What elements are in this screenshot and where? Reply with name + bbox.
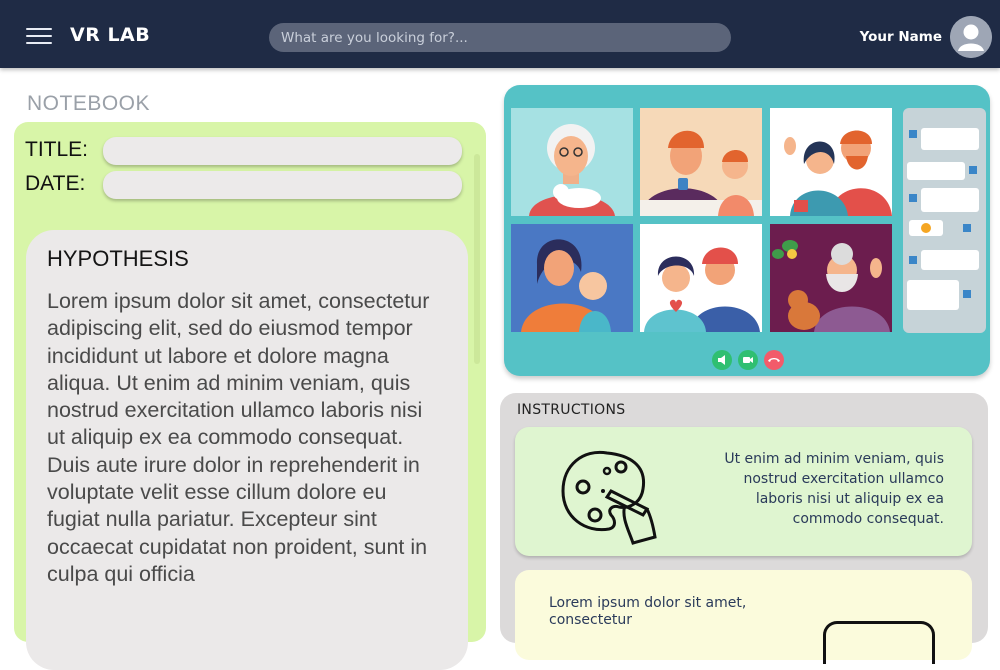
- video-call-panel: [504, 85, 990, 376]
- title-label: TITLE:: [25, 138, 89, 161]
- instructions-panel: INSTRUCTIONS Ut enim ad minim veniam, qu…: [500, 393, 988, 664]
- search-input[interactable]: [269, 23, 731, 52]
- instruction-card-1[interactable]: Ut enim ad minim veniam, quis nostrud ex…: [515, 427, 972, 556]
- instructions-heading: INSTRUCTIONS: [517, 402, 626, 418]
- father-daughter-illustration: [640, 130, 762, 216]
- palette-icon: [561, 450, 657, 545]
- hypothesis-text[interactable]: Lorem ipsum dolor sit amet, consectetur …: [47, 288, 437, 588]
- video-tile-mother-baby[interactable]: [511, 224, 633, 332]
- camera-button[interactable]: [738, 350, 758, 370]
- couple-illustration: [784, 130, 892, 216]
- instruction-text-2: Lorem ipsum dolor sit amet, consectetur: [549, 595, 747, 628]
- hypothesis-heading: HYPOTHESIS: [47, 246, 189, 271]
- camera-icon: [743, 357, 753, 363]
- notebook-panel: TITLE: DATE: HYPOTHESIS Lorem ipsum dolo…: [14, 122, 486, 670]
- notebook-scrollbar[interactable]: [474, 154, 480, 364]
- notebook-label: NOTEBOOK: [27, 92, 151, 115]
- mic-button[interactable]: [712, 350, 732, 370]
- date-label: DATE:: [25, 172, 86, 195]
- grandmother-illustration: [529, 124, 615, 216]
- hang-up-button[interactable]: [764, 350, 784, 370]
- grandfather-illustration: [772, 240, 890, 332]
- video-tile-grandfather-dog[interactable]: [770, 224, 892, 332]
- video-tile-father-daughter[interactable]: [640, 108, 762, 216]
- chat-messages-illustration: [907, 128, 979, 310]
- video-tile-young-couple[interactable]: [640, 224, 762, 332]
- user-icon: [950, 16, 992, 58]
- phone-icon: [768, 358, 780, 362]
- date-field[interactable]: [103, 171, 462, 199]
- user-name[interactable]: Your Name: [860, 29, 942, 45]
- video-tile-grandmother[interactable]: [511, 108, 633, 216]
- video-tile-couple-waving[interactable]: [770, 108, 892, 216]
- app-title: VR LAB: [70, 24, 151, 46]
- avatar[interactable]: [950, 16, 992, 58]
- device-outline: [823, 621, 935, 664]
- speaker-icon: [718, 355, 725, 365]
- instruction-text-1: Ut enim ad minim veniam, quis nostrud ex…: [724, 451, 944, 527]
- top-bar: VR LAB Your Name: [0, 0, 1000, 68]
- title-field[interactable]: [103, 137, 462, 165]
- young-couple-illustration: [644, 247, 760, 332]
- chat-panel[interactable]: [903, 108, 986, 333]
- instruction-card-2[interactable]: Lorem ipsum dolor sit amet, consectetur: [515, 570, 972, 664]
- mother-baby-illustration: [521, 239, 611, 332]
- menu-icon[interactable]: [26, 28, 52, 46]
